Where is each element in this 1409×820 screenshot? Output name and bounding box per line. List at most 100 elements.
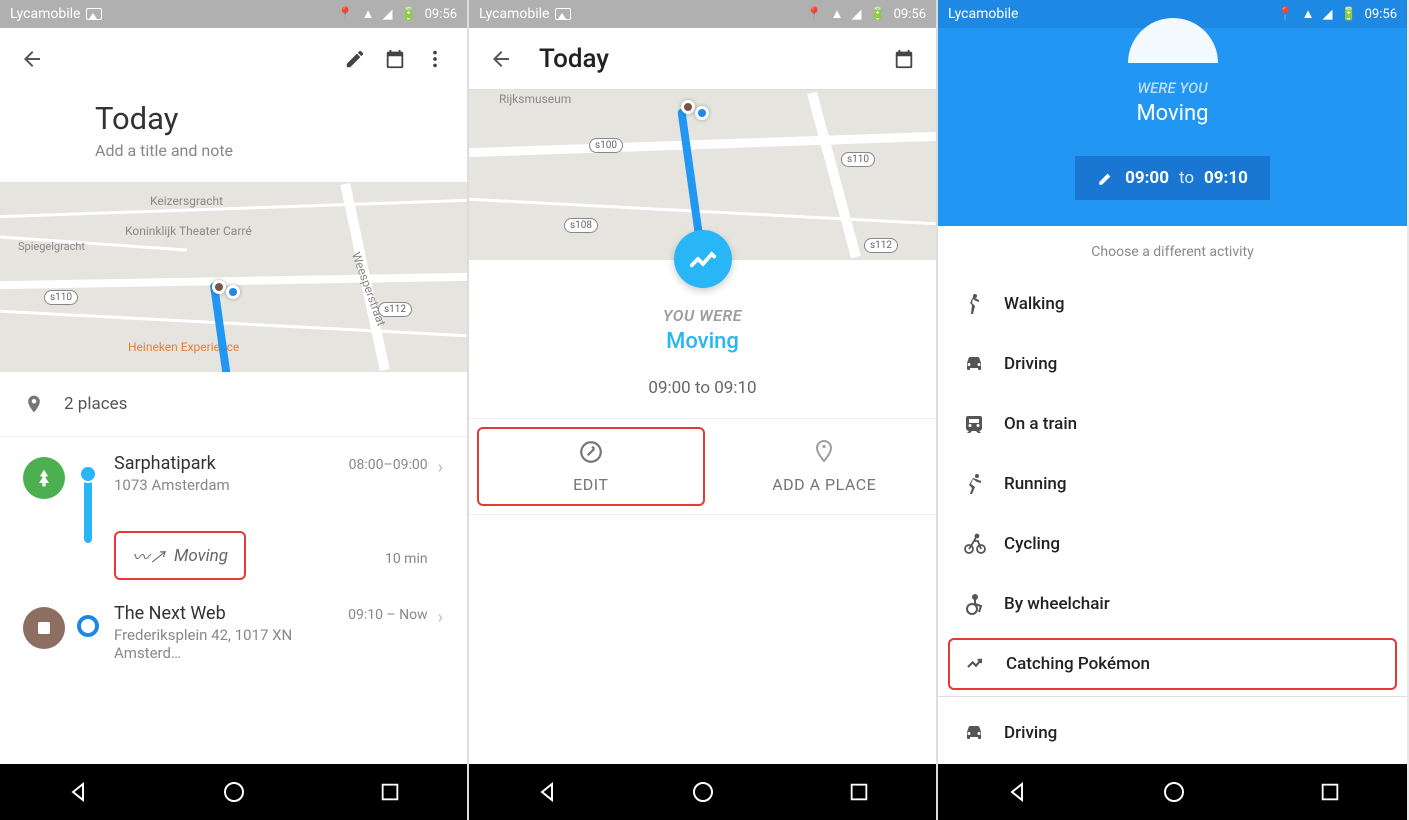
clock-label: 09:56	[425, 7, 457, 22]
activity-body: YOU WERE Moving 09:00 to 09:10 EDIT ADD …	[469, 230, 936, 515]
signal-icon: ◢	[1322, 7, 1332, 22]
screen-2-moving-detail: Lycamobile 📍▲◢🔋09:56 Today Rijksmuseum s…	[469, 0, 938, 820]
activity-list[interactable]: Choose a different activity Walking Driv…	[938, 226, 1407, 786]
screen-1-timeline: Lycamobile 📍 ▲ ◢ 🔋 09:56 Today Add a tit…	[0, 0, 469, 820]
wifi-icon: ▲	[831, 6, 844, 22]
activity-badge-icon	[674, 230, 732, 288]
location-icon: 📍	[1277, 7, 1293, 22]
page-subtitle: Add a title and note	[95, 141, 445, 160]
activity-label: Catching Pokémon	[1006, 654, 1150, 674]
divider	[938, 696, 1407, 697]
calendar-button[interactable]	[884, 39, 924, 79]
clock-label: 09:56	[1365, 7, 1397, 22]
trend-icon: 〰↗	[132, 543, 166, 568]
nav-back-button[interactable]	[535, 780, 559, 804]
timeline-dot-current	[77, 615, 99, 637]
activity-option-running[interactable]: Running	[938, 454, 1407, 514]
add-place-button[interactable]: ADD A PLACE	[713, 419, 937, 514]
add-place-label: ADD A PLACE	[772, 475, 876, 494]
place-time: 09:10 – Now	[348, 603, 428, 623]
edit-actions-row: EDIT ADD A PLACE	[469, 418, 936, 515]
place-sub: 1073 Amsterdam	[114, 476, 349, 494]
time-range: 09:00 to 09:10	[469, 378, 936, 398]
train-icon	[962, 412, 1004, 436]
moving-chip[interactable]: 〰↗ Moving	[114, 531, 246, 580]
back-button[interactable]	[481, 39, 521, 79]
activity-option-driving[interactable]: Driving	[938, 334, 1407, 394]
activity-option-driving-2[interactable]: Driving	[938, 703, 1407, 763]
activity-option-walking[interactable]: Walking	[938, 274, 1407, 334]
edit-label: EDIT	[573, 475, 608, 494]
timeline-moving-row[interactable]: 〰↗ Moving 10 min ›	[18, 523, 449, 603]
nav-home-button[interactable]	[691, 780, 715, 804]
activity-picker-header: WERE YOU Moving 09:00 to 09:10	[938, 28, 1407, 226]
nav-recent-button[interactable]	[848, 781, 870, 803]
edit-activity-button[interactable]: EDIT	[477, 427, 705, 506]
signal-icon: ◢	[851, 7, 861, 22]
status-bar: Lycamobile 📍▲◢🔋09:56	[469, 0, 936, 28]
wheelchair-icon	[962, 592, 1004, 616]
battery-icon: 🔋	[400, 7, 416, 22]
android-nav-bar	[0, 764, 467, 820]
pin-icon	[24, 392, 44, 416]
battery-icon: 🔋	[869, 7, 885, 22]
trend-icon	[964, 654, 1006, 674]
signal-icon: ◢	[382, 7, 392, 22]
current-activity-label: Moving	[938, 101, 1407, 126]
location-icon: 📍	[806, 7, 822, 22]
nav-recent-button[interactable]	[1319, 781, 1341, 803]
time-to-word: to	[1179, 168, 1194, 188]
timeline-item[interactable]: Sarphatipark 1073 Amsterdam 08:00–09:00 …	[18, 453, 449, 523]
activity-option-wheelchair[interactable]: By wheelchair	[938, 574, 1407, 634]
picture-icon	[86, 8, 102, 20]
wifi-icon: ▲	[1302, 6, 1315, 22]
places-summary-row[interactable]: 2 places	[0, 372, 467, 437]
overflow-button[interactable]	[415, 39, 455, 79]
run-icon	[962, 472, 1004, 496]
calendar-button[interactable]	[375, 39, 415, 79]
activity-label: Cycling	[1004, 534, 1060, 554]
place-name: The Next Web	[114, 603, 348, 624]
nav-home-button[interactable]	[222, 780, 246, 804]
activity-label: Driving	[1004, 354, 1057, 374]
time-range-chip[interactable]: 09:00 to 09:10	[1075, 156, 1270, 200]
title-block[interactable]: Today Add a title and note	[0, 90, 467, 182]
road-badge: s108	[564, 218, 598, 233]
moving-label: Moving	[174, 546, 228, 566]
timeline-list: Sarphatipark 1073 Amsterdam 08:00–09:00 …	[0, 437, 467, 689]
car-icon	[962, 721, 1004, 745]
activity-label: By wheelchair	[1004, 594, 1110, 614]
nav-home-button[interactable]	[1162, 780, 1186, 804]
walk-icon	[962, 292, 1004, 316]
activity-option-cycling[interactable]: Cycling	[938, 514, 1407, 574]
nav-back-button[interactable]	[66, 780, 90, 804]
nav-recent-button[interactable]	[379, 781, 401, 803]
map-marker-brown	[212, 280, 226, 294]
chevron-right-icon: ›	[428, 603, 449, 628]
carrier-label: Lycamobile	[10, 6, 80, 22]
road-badge: s100	[589, 138, 623, 153]
screen-3-activity-picker: Lycamobile 📍▲◢🔋09:56 WERE YOU Moving 09:…	[938, 0, 1407, 820]
android-nav-bar	[938, 764, 1407, 820]
map-marker-brown	[681, 100, 695, 114]
activity-option-train[interactable]: On a train	[938, 394, 1407, 454]
activity-option-pokemon[interactable]: Catching Pokémon	[948, 638, 1397, 690]
map-label: Rijksmuseum	[499, 92, 571, 106]
edit-button[interactable]	[335, 39, 375, 79]
activity-name: Moving	[469, 329, 936, 354]
back-button[interactable]	[12, 39, 52, 79]
nav-back-button[interactable]	[1005, 780, 1029, 804]
timeline-item[interactable]: The Next Web Frederiksplein 42, 1017 XN …	[18, 603, 449, 673]
picture-icon	[555, 8, 571, 20]
you-were-label: YOU WERE	[469, 306, 936, 325]
page-title: Today	[539, 44, 609, 74]
carrier-label: Lycamobile	[479, 6, 549, 22]
places-count: 2 places	[64, 394, 127, 414]
carrier-label: Lycamobile	[948, 6, 1018, 22]
timeline-map[interactable]: Keizersgracht Koninklijk Theater Carré S…	[0, 182, 467, 372]
action-bar: Today	[469, 28, 936, 90]
bike-icon	[962, 532, 1004, 556]
place-time: 08:00–09:00	[349, 453, 428, 473]
time-to: 09:10	[1204, 168, 1248, 188]
edit-icon	[578, 439, 604, 465]
